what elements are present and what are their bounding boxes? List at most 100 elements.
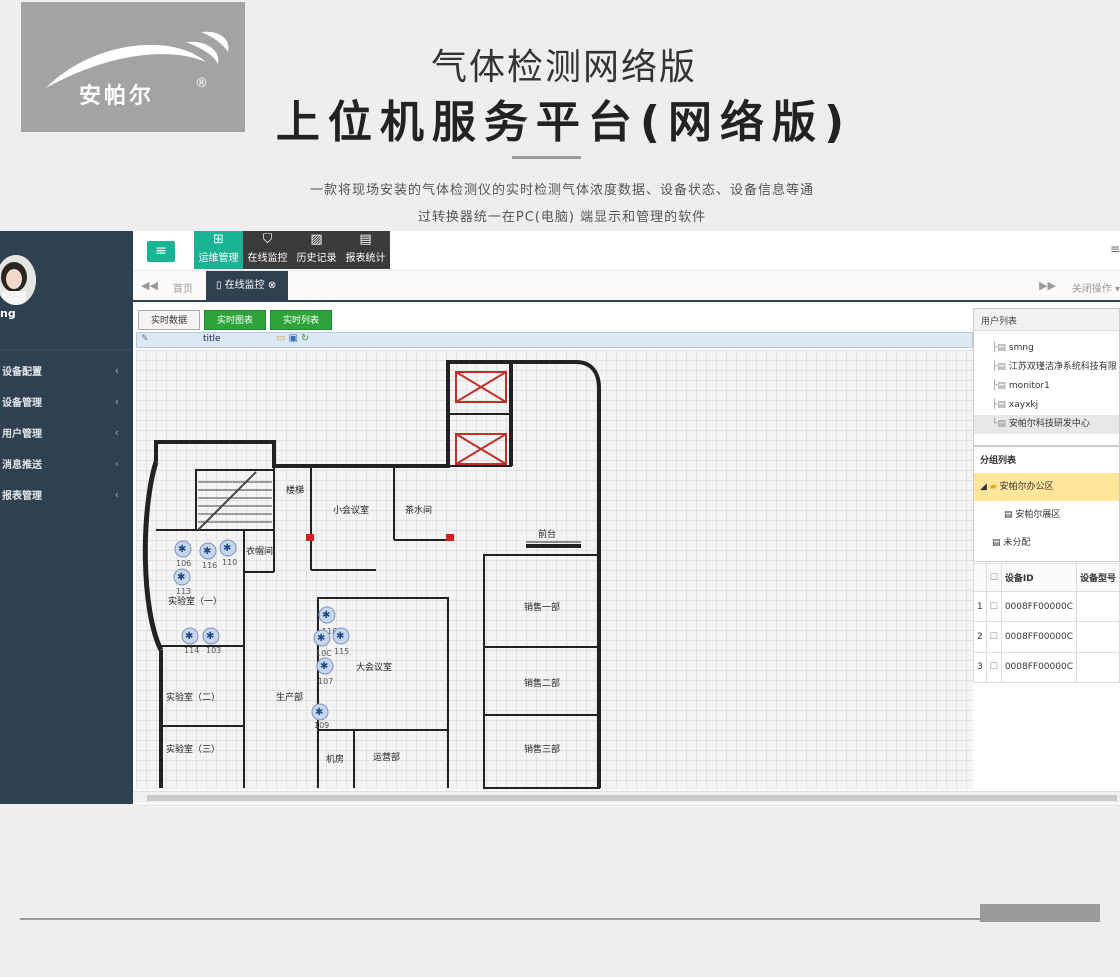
footer-block xyxy=(980,904,1100,922)
device-id-cell: 0008FF00000C xyxy=(1000,591,1078,623)
toolbar-buttons: ▭▣↻ xyxy=(276,333,312,344)
sidebar-item-user-manage[interactable]: 用户管理 ‹ xyxy=(0,417,133,448)
row-checkbox[interactable]: ☐ xyxy=(985,591,1002,623)
sensor-id: 110 xyxy=(222,558,237,567)
save-icon[interactable]: ▣ xyxy=(288,333,300,344)
scroll-right-icon[interactable]: ▶▶ xyxy=(1039,279,1056,292)
table-row[interactable]: 1 ☐ 0008FF00000C xyxy=(973,591,1120,623)
sensor-marker[interactable]: ✱ 110 xyxy=(219,539,237,567)
tab-home[interactable]: 首页 xyxy=(173,280,193,295)
group-item-office[interactable]: ◢ ▰ 安帕尔办公区 xyxy=(974,473,1119,501)
nav-label: 报表统计 xyxy=(345,253,386,264)
group-item-showroom[interactable]: ▤ 安帕尔展区 xyxy=(974,501,1119,529)
nav-history[interactable]: ▨ 历史记录 xyxy=(292,231,341,269)
table-header-row: ☐ 设备ID 设备型号 xyxy=(973,562,1120,593)
user-item[interactable]: ├▤ xayxkj xyxy=(974,396,1119,415)
user-name: monitor1 xyxy=(1008,381,1050,391)
sensor-id: 107 xyxy=(318,677,333,686)
sensor-marker[interactable]: ✱ 113 xyxy=(173,568,191,596)
subtab-realtime-chart[interactable]: 实时图表 xyxy=(204,310,267,330)
svg-text:✱: ✱ xyxy=(177,572,185,583)
scrollbar-thumb[interactable] xyxy=(147,795,1117,801)
doc-node-icon: ├▤ xyxy=(992,381,1006,391)
column-header-device-model[interactable]: 设备型号 xyxy=(1075,562,1120,593)
main-content: 实时数据 实时图表 实时列表 ✎ title ▭▣↻ 楼梯 小会议室 茶水间 前… xyxy=(133,302,1120,804)
badge-icon: ⛉ xyxy=(262,232,273,247)
hero-title: 气体检测网络版 xyxy=(430,47,697,88)
tab-close-icon[interactable]: ⊗ xyxy=(268,280,276,291)
list-icon[interactable]: ≡ xyxy=(1110,242,1120,256)
tab-online-monitor[interactable]: ▯ 在线监控 ⊗ xyxy=(206,271,288,300)
row-checkbox[interactable]: ☐ xyxy=(985,621,1002,653)
doc-node-icon: ├▤ xyxy=(992,400,1006,410)
sensor-marker[interactable]: ✱ 106 xyxy=(174,540,192,568)
room-label-sales2: 销售二部 xyxy=(524,677,560,689)
device-model-cell xyxy=(1075,621,1120,653)
subtab-bar: 实时数据 实时图表 实时列表 xyxy=(138,310,333,330)
table-row[interactable]: 3 ☐ 0008FF00000C xyxy=(973,651,1120,684)
user-photo-icon xyxy=(0,255,36,305)
user-item[interactable]: ├▤ monitor1 xyxy=(974,377,1119,396)
room-label-small-meeting: 小会议室 xyxy=(333,504,369,516)
app-window: ng 设备配置 ‹ 设备管理 ‹ 用户管理 ‹ 消息推送 ‹ 报表管理 ‹ ≡ ⊞ 运维管… xyxy=(0,231,1120,804)
user-item[interactable]: ├▤ smng xyxy=(974,339,1119,358)
select-all-checkbox[interactable]: ☐ xyxy=(985,562,1002,593)
nav-report-stats[interactable]: ▤ 报表统计 xyxy=(341,231,390,269)
scroll-left-icon[interactable]: ◀◀ xyxy=(141,279,158,292)
row-checkbox[interactable]: ☐ xyxy=(985,651,1002,684)
subtab-realtime-data[interactable]: 实时数据 xyxy=(138,310,201,330)
chevron-left-icon: ‹ xyxy=(114,488,119,501)
sensor-id: 10C xyxy=(316,649,332,658)
sidebar-item-label: 报表管理 xyxy=(2,491,42,502)
sensor-id: 109 xyxy=(314,721,329,730)
sensor-marker[interactable]: ✱ 103 xyxy=(202,627,221,655)
sidebar-item-device-config[interactable]: 设备配置 ‹ xyxy=(0,355,133,386)
sidebar-item-report-manage[interactable]: 报表管理 ‹ xyxy=(0,479,133,510)
floorplan-canvas[interactable]: 楼梯 小会议室 茶水间 前台 衣帽间 实验室（一） 实验室（二） 实验室（三） … xyxy=(136,350,973,790)
sidebar-item-message-push[interactable]: 消息推送 ‹ xyxy=(0,448,133,479)
pin-icon[interactable]: ✎ xyxy=(141,334,149,344)
sensor-marker[interactable]: ✱ 115 xyxy=(332,627,350,656)
sidebar-item-device-manage[interactable]: 设备管理 ‹ xyxy=(0,386,133,417)
user-item-selected[interactable]: └▤ 安帕尔科技研发中心 xyxy=(974,415,1119,434)
chevron-left-icon: ‹ xyxy=(114,426,119,439)
svg-text:✱: ✱ xyxy=(317,633,325,644)
nav-online-monitor[interactable]: ⛉ 在线监控 xyxy=(243,231,292,269)
open-folder-icon[interactable]: ▭ xyxy=(276,333,288,344)
row-num-header xyxy=(973,562,987,593)
sidebar-item-label: 设备管理 xyxy=(2,398,42,409)
room-label-big-meeting: 大会议室 xyxy=(356,661,392,673)
table-row[interactable]: 2 ☐ 0008FF00000C xyxy=(973,621,1120,653)
tab-doc-icon: ▯ xyxy=(216,280,225,291)
user-item[interactable]: ├▤ 江苏双瑾洁净系统科技有限 xyxy=(974,358,1119,377)
chevron-left-icon: ‹ xyxy=(114,457,119,470)
floorplan: 楼梯 小会议室 茶水间 前台 衣帽间 实验室（一） 实验室（二） 实验室（三） … xyxy=(142,360,601,789)
svg-text:✱: ✱ xyxy=(320,661,328,672)
tab-bar: ◀◀ 首页 ▯ 在线监控 ⊗ ▶▶ 关闭操作 ▾ xyxy=(133,271,1120,302)
room-label-lab2: 实验室（二） xyxy=(166,691,220,703)
refresh-icon[interactable]: ↻ xyxy=(301,333,312,344)
subtab-realtime-list[interactable]: 实时列表 xyxy=(270,310,333,330)
avatar[interactable] xyxy=(0,255,36,305)
expand-icon[interactable]: ◢ xyxy=(980,482,990,492)
chevron-left-icon: ‹ xyxy=(114,364,119,377)
sensor-marker[interactable]: ✱ 10C xyxy=(313,629,332,658)
svg-text:✱: ✱ xyxy=(185,631,193,642)
room-label-stairs: 楼梯 xyxy=(286,484,304,496)
group-item-unassigned[interactable]: ▤ 未分配 xyxy=(974,529,1119,557)
room-label-tea-room: 茶水间 xyxy=(405,504,432,516)
sensor-marker[interactable]: ✱ 116 xyxy=(199,542,217,570)
sensor-marker[interactable]: ✱ 107 xyxy=(316,657,334,686)
sidebar-item-label: 消息推送 xyxy=(2,460,42,471)
sensor-marker[interactable]: ✱ 114 xyxy=(181,627,199,655)
doc-node-icon: ▤ xyxy=(992,538,1004,548)
column-header-device-id[interactable]: 设备ID xyxy=(1000,562,1078,593)
row-number: 1 xyxy=(973,591,987,623)
close-ops-dropdown[interactable]: 关闭操作 ▾ xyxy=(1072,280,1120,295)
nav-ops-manage[interactable]: ⊞ 运维管理 xyxy=(194,231,243,269)
canvas-toolbar: ✎ title ▭▣↻ xyxy=(136,332,973,348)
doc-node-icon: ├▤ xyxy=(992,343,1006,353)
sensor-marker[interactable]: ✱ 109 xyxy=(311,703,329,730)
menu-toggle-button[interactable]: ≡ xyxy=(147,241,175,262)
horizontal-scrollbar[interactable] xyxy=(133,791,1120,803)
